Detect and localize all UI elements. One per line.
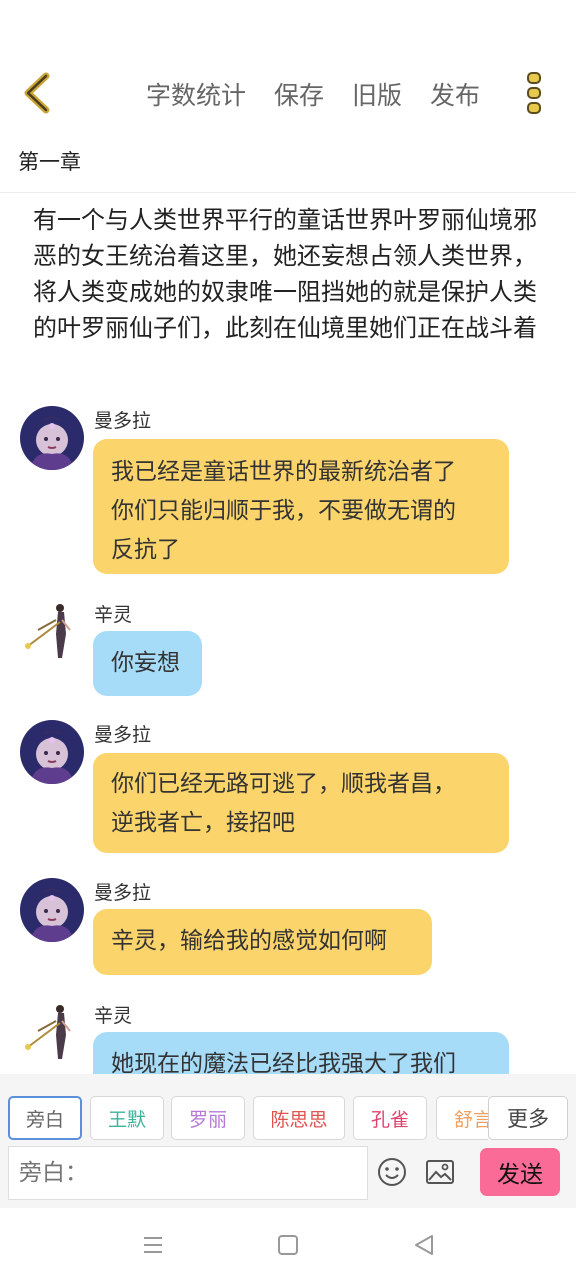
character-chip-narrator[interactable]: 旁白	[8, 1096, 82, 1140]
character-chip-shuyan[interactable]: 舒言	[436, 1096, 488, 1140]
narration-text[interactable]: 有一个与人类世界平行的童话世界叶罗丽仙境邪恶的女王统治着这里，她还妄想占领人类世…	[33, 202, 553, 346]
top-toolbar: 字数统计 保存 旧版 发布	[0, 60, 576, 126]
publish-button[interactable]: 发布	[430, 76, 480, 112]
avatar-queen-icon	[20, 878, 84, 942]
bubble-line: 反抗了	[111, 537, 180, 563]
chip-label: 旁白	[25, 1108, 64, 1131]
input-panel: 旁白 王默 罗丽 陈思思 孔雀 舒言 更多 发送	[0, 1074, 576, 1208]
divider	[0, 192, 576, 193]
character-chip-wangmo[interactable]: 王默	[90, 1096, 164, 1140]
avatar-queen-icon	[20, 406, 84, 470]
avatar[interactable]	[20, 1001, 84, 1065]
menu-icon[interactable]	[138, 1230, 168, 1260]
message-input[interactable]	[8, 1146, 368, 1200]
speaker-name: 曼多拉	[94, 882, 152, 904]
smiley-icon[interactable]	[376, 1156, 408, 1188]
chat-bubble[interactable]: 她现在的魔法已经比我强大了我们	[93, 1032, 509, 1074]
chip-label: 孔雀	[370, 1108, 409, 1131]
speaker-name: 曼多拉	[94, 724, 152, 746]
word-count-button[interactable]: 字数统计	[146, 76, 246, 112]
square-icon[interactable]	[273, 1230, 303, 1260]
bubble-line: 你妄想	[111, 650, 180, 676]
bubble-line: 你们已经无路可逃了，顺我者昌，	[111, 771, 456, 797]
avatar-queen-icon	[20, 720, 84, 784]
system-navbar	[0, 1208, 576, 1280]
avatar[interactable]	[20, 878, 84, 942]
more-characters-button[interactable]: 更多	[488, 1096, 568, 1140]
message-item: 辛灵 她现在的魔法已经比我强大了我们	[0, 999, 576, 1074]
bubble-line: 我已经是童话世界的最新统治者了	[111, 459, 456, 485]
character-chip-luoli[interactable]: 罗丽	[171, 1096, 245, 1140]
chat-bubble[interactable]: 我已经是童话世界的最新统治者了 你们只能归顺于我，不要做无谓的 反抗了	[93, 439, 509, 574]
avatar[interactable]	[20, 720, 84, 784]
bubble-line: 辛灵，输给我的感觉如何啊	[111, 928, 387, 954]
speaker-name: 辛灵	[94, 604, 133, 626]
chip-label: 陈思思	[270, 1108, 328, 1131]
chat-bubble[interactable]: 你们已经无路可逃了，顺我者昌， 逆我者亡，接招吧	[93, 753, 509, 853]
bubble-line: 逆我者亡，接招吧	[111, 810, 295, 836]
save-button[interactable]: 保存	[274, 76, 324, 112]
bubble-line: 她现在的魔法已经比我强大了我们	[111, 1051, 456, 1074]
avatar[interactable]	[20, 406, 84, 470]
avatar-fairy-icon	[25, 604, 71, 658]
chat-bubble[interactable]: 辛灵，输给我的感觉如何啊	[93, 909, 432, 975]
speaker-name: 辛灵	[94, 1005, 133, 1027]
chip-label: 王默	[107, 1108, 146, 1131]
bubble-line: 你们只能归顺于我，不要做无谓的	[111, 498, 456, 524]
character-chip-chensisi[interactable]: 陈思思	[253, 1096, 345, 1140]
back-chevron-icon[interactable]	[18, 70, 58, 116]
speaker-name: 曼多拉	[94, 410, 152, 432]
avatar-fairy-icon	[25, 1005, 71, 1059]
chapter-title[interactable]: 第一章	[18, 146, 81, 176]
chip-label: 罗丽	[188, 1108, 227, 1131]
header-actions: 字数统计 保存 旧版 发布	[146, 76, 480, 112]
vertical-dots-icon[interactable]	[522, 70, 546, 116]
character-chip-kongque[interactable]: 孔雀	[353, 1096, 427, 1140]
avatar[interactable]	[20, 600, 84, 664]
character-selector: 旁白 王默 罗丽 陈思思 孔雀 舒言	[8, 1096, 488, 1140]
old-version-button[interactable]: 旧版	[352, 76, 402, 112]
chip-label: 舒言	[453, 1108, 488, 1131]
chat-bubble[interactable]: 你妄想	[93, 631, 202, 696]
triangle-back-icon[interactable]	[409, 1230, 439, 1260]
send-button[interactable]: 发送	[480, 1148, 560, 1196]
image-icon[interactable]	[424, 1156, 456, 1188]
